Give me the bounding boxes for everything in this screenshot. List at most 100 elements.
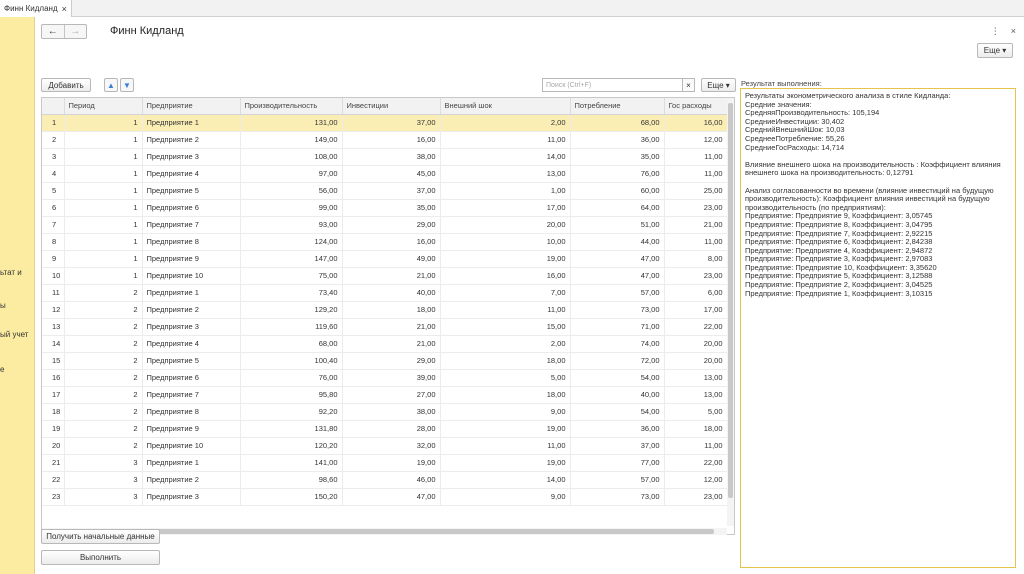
form-more-button[interactable]: Еще ▾: [977, 43, 1013, 58]
table-cell: 12,00: [664, 131, 728, 149]
table-cell: Предприятие 9: [142, 420, 241, 438]
table-cell: 5,00: [664, 403, 728, 421]
table-cell: 16,00: [664, 114, 728, 132]
result-textarea[interactable]: Результаты эконометрического анализа в с…: [740, 88, 1016, 568]
tab-close-icon[interactable]: ×: [62, 4, 67, 14]
table-cell: 1: [64, 131, 143, 149]
section-item-3[interactable]: е: [0, 365, 4, 374]
table-row[interactable]: 16 2 Предприятие 6 76,00 39,00 5,00 54,00 13,00: [42, 369, 728, 387]
table-cell: 54,00: [570, 369, 665, 387]
table-row[interactable]: 5 1 Предприятие 5 56,00 37,00 1,00 60,00 25,00: [42, 182, 728, 200]
section-item-1[interactable]: ы: [0, 301, 6, 310]
back-arrow-icon[interactable]: ←: [42, 25, 65, 38]
table-row[interactable]: 22 3 Предприятие 2 98,60 46,00 14,00 57,00 12,0…: [42, 471, 728, 489]
table-cell: 57,00: [570, 284, 665, 302]
horizontal-scroll-thumb[interactable]: [84, 529, 714, 534]
table-row[interactable]: 11 2 Предприятие 1 73,40 40,00 7,00 57,00 6,00: [42, 284, 728, 302]
vertical-scroll-thumb[interactable]: [728, 103, 733, 498]
table-cell: 131,00: [240, 114, 343, 132]
table-cell: 2: [64, 420, 143, 438]
section-item-2[interactable]: ый учет: [0, 330, 28, 339]
column-header[interactable]: [42, 98, 65, 115]
table-row[interactable]: 1 1 Предприятие 1 131,00 37,00 2,00 68,00 16,00: [42, 114, 728, 132]
table-row[interactable]: 20 2 Предприятие 10 120,20 32,00 11,00 37,00 11…: [42, 437, 728, 455]
column-header[interactable]: Период: [64, 98, 143, 115]
section-item-0[interactable]: ьтат и: [0, 268, 22, 277]
table-cell: 76,00: [570, 165, 665, 183]
table-cell: 2: [64, 437, 143, 455]
table-cell: 149,00: [240, 131, 343, 149]
table-row[interactable]: 15 2 Предприятие 5 100,40 29,00 18,00 72,00 20,…: [42, 352, 728, 370]
table-cell: 17: [42, 386, 65, 404]
table-cell: 124,00: [240, 233, 343, 251]
table-cell: Предприятие 10: [142, 437, 241, 455]
table-cell: Предприятие 6: [142, 199, 241, 217]
table-cell: 9: [42, 250, 65, 268]
table-cell: 11,00: [664, 165, 728, 183]
table-row[interactable]: 23 3 Предприятие 3 150,20 47,00 9,00 73,00 23,0…: [42, 488, 728, 506]
table-cell: 7,00: [440, 284, 571, 302]
move-up-icon[interactable]: ▲: [104, 78, 118, 92]
data-table: Период Предприятие Производительность Ин…: [41, 97, 735, 535]
table-cell: 8: [42, 233, 65, 251]
table-row[interactable]: 18 2 Предприятие 8 92,20 38,00 9,00 54,00 5,00: [42, 403, 728, 421]
column-header[interactable]: Инвестиции: [342, 98, 441, 115]
move-down-icon[interactable]: ▼: [120, 78, 134, 92]
table-cell: 19,00: [440, 250, 571, 268]
table-cell: 39,00: [342, 369, 441, 387]
table-cell: 18,00: [342, 301, 441, 319]
table-cell: 2: [64, 352, 143, 370]
table-row[interactable]: 9 1 Предприятие 9 147,00 49,00 19,00 47,00 8,00: [42, 250, 728, 268]
table-row[interactable]: 7 1 Предприятие 7 93,00 29,00 20,00 51,00 21,00: [42, 216, 728, 234]
table-row[interactable]: 14 2 Предприятие 4 68,00 21,00 2,00 74,00 20,00: [42, 335, 728, 353]
execute-button[interactable]: Выполнить: [41, 550, 160, 565]
table-cell: 40,00: [570, 386, 665, 404]
table-row[interactable]: 4 1 Предприятие 4 97,00 45,00 13,00 76,00 11,00: [42, 165, 728, 183]
table-cell: 68,00: [570, 114, 665, 132]
table-row[interactable]: 10 1 Предприятие 10 75,00 21,00 16,00 47,00 23,…: [42, 267, 728, 285]
column-header[interactable]: Производительность: [240, 98, 343, 115]
table-cell: Предприятие 8: [142, 233, 241, 251]
column-header[interactable]: Предприятие: [142, 98, 241, 115]
table-cell: 18,00: [440, 386, 571, 404]
search-clear-icon[interactable]: ×: [682, 78, 695, 92]
tab-bar: Финн Кидланд ×: [0, 0, 1024, 17]
table-row[interactable]: 21 3 Предприятие 1 141,00 19,00 19,00 77,00 22,…: [42, 454, 728, 472]
column-header[interactable]: Потребление: [570, 98, 665, 115]
table-row[interactable]: 12 2 Предприятие 2 129,20 18,00 11,00 73,00 17,…: [42, 301, 728, 319]
tab-finn-kydland[interactable]: Финн Кидланд ×: [0, 0, 72, 17]
table-cell: 5: [42, 182, 65, 200]
column-header[interactable]: Гос расходы: [664, 98, 728, 115]
kebab-menu-icon[interactable]: ⋮: [991, 26, 1000, 37]
table-row[interactable]: 6 1 Предприятие 6 99,00 35,00 17,00 64,00 23,00: [42, 199, 728, 217]
table-cell: 108,00: [240, 148, 343, 166]
sections-panel: ьтат и ы ый учет е: [0, 17, 35, 574]
table-cell: 73,40: [240, 284, 343, 302]
table-cell: 13,00: [440, 165, 571, 183]
table-row[interactable]: 2 1 Предприятие 2 149,00 16,00 11,00 36,00 12,0…: [42, 131, 728, 149]
table-row[interactable]: 17 2 Предприятие 7 95,80 27,00 18,00 40,00 13,0…: [42, 386, 728, 404]
table-cell: 47,00: [570, 250, 665, 268]
get-initial-data-button[interactable]: Получить начальные данные: [41, 529, 160, 544]
table-cell: 37,00: [342, 114, 441, 132]
table-row[interactable]: 19 2 Предприятие 9 131,80 28,00 19,00 36,00 18,…: [42, 420, 728, 438]
table-header-row: Период Предприятие Производительность Ин…: [42, 98, 728, 115]
table-cell: 23: [42, 488, 65, 506]
table-cell: 77,00: [570, 454, 665, 472]
table-row[interactable]: 3 1 Предприятие 3 108,00 38,00 14,00 35,00 11,0…: [42, 148, 728, 166]
table-cell: 150,20: [240, 488, 343, 506]
add-button[interactable]: Добавить: [41, 78, 91, 92]
vertical-scrollbar[interactable]: [727, 98, 734, 526]
table-cell: 29,00: [342, 216, 441, 234]
table-cell: 47,00: [342, 488, 441, 506]
search-input[interactable]: Поиск (Ctrl+F): [542, 78, 695, 92]
table-more-button[interactable]: Еще ▾: [701, 78, 736, 92]
forward-arrow-icon[interactable]: →: [65, 25, 87, 38]
column-header[interactable]: Внешний шок: [440, 98, 571, 115]
table-row[interactable]: 8 1 Предприятие 8 124,00 16,00 10,00 44,00 11,0…: [42, 233, 728, 251]
close-icon[interactable]: ×: [1011, 26, 1016, 37]
table-row[interactable]: 13 2 Предприятие 3 119,60 21,00 15,00 71,00 22,…: [42, 318, 728, 336]
table-cell: Предприятие 3: [142, 148, 241, 166]
table-cell: Предприятие 5: [142, 182, 241, 200]
table-cell: 97,00: [240, 165, 343, 183]
